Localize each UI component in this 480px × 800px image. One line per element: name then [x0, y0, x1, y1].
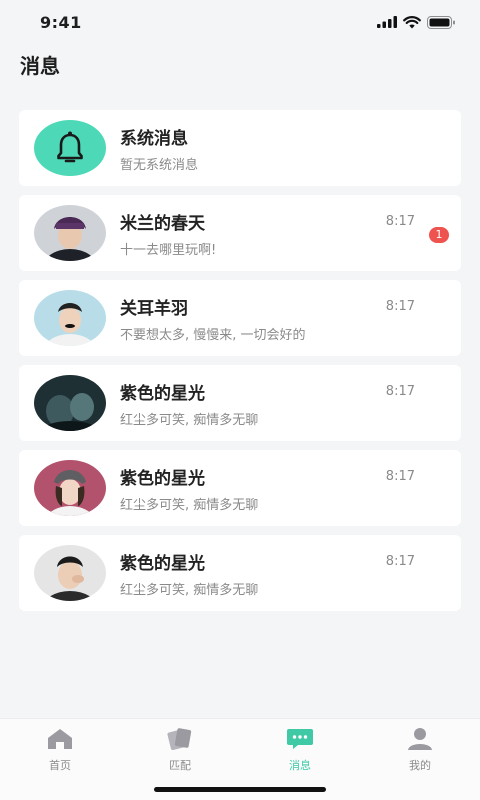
message-time: 8:17	[385, 384, 415, 399]
avatar	[34, 205, 106, 261]
message-time: 8:17	[385, 299, 415, 314]
status-bar: 9:41	[0, 0, 480, 44]
user-icon	[406, 727, 434, 751]
chat-icon	[286, 727, 314, 751]
wifi-icon	[403, 15, 421, 28]
system-message-item[interactable]: 系统消息 暂无系统消息	[19, 110, 461, 186]
message-preview: 不要想太多, 慢慢来, 一切会好的	[120, 328, 306, 343]
conversation-item[interactable]: 关耳羊羽 不要想太多, 慢慢来, 一切会好的 8:17	[19, 280, 461, 356]
message-preview: 十一去哪里玩啊!	[120, 243, 217, 258]
tab-label: 我的	[409, 759, 431, 772]
signal-icon	[377, 16, 397, 28]
system-title: 系统消息	[120, 129, 188, 149]
unread-badge: 1	[429, 227, 449, 243]
message-preview: 红尘多可笑, 痴情多无聊	[120, 413, 259, 428]
message-list: 系统消息 暂无系统消息 米兰的春天 十一去哪里玩啊! 8:17 1 关耳羊羽 不…	[0, 108, 480, 611]
tab-home[interactable]: 首页	[0, 719, 120, 800]
cards-icon	[166, 727, 194, 751]
contact-name: 紫色的星光	[120, 384, 205, 404]
conversation-item[interactable]: 米兰的春天 十一去哪里玩啊! 8:17 1	[19, 195, 461, 271]
avatar	[34, 290, 106, 346]
system-body: 系统消息 暂无系统消息	[120, 110, 461, 186]
conversation-item[interactable]: 紫色的星光 红尘多可笑, 痴情多无聊 8:17	[19, 365, 461, 441]
tab-label: 消息	[289, 759, 311, 772]
tab-profile[interactable]: 我的	[360, 719, 480, 800]
system-avatar	[34, 120, 106, 176]
conversation-item[interactable]: 紫色的星光 红尘多可笑, 痴情多无聊 8:17	[19, 535, 461, 611]
page-title: 消息	[20, 54, 60, 78]
avatar	[34, 460, 106, 516]
system-subtitle: 暂无系统消息	[120, 158, 199, 173]
battery-icon	[427, 15, 455, 29]
tab-label: 首页	[49, 759, 71, 772]
conversation-item[interactable]: 紫色的星光 红尘多可笑, 痴情多无聊 8:17	[19, 450, 461, 526]
contact-name: 紫色的星光	[120, 554, 205, 574]
contact-name: 米兰的春天	[120, 214, 205, 234]
home-indicator[interactable]	[154, 787, 326, 792]
status-icons	[377, 15, 456, 29]
contact-name: 紫色的星光	[120, 469, 205, 489]
message-preview: 红尘多可笑, 痴情多无聊	[120, 583, 259, 598]
message-preview: 红尘多可笑, 痴情多无聊	[120, 498, 259, 513]
avatar	[34, 375, 106, 431]
bell-icon	[57, 131, 83, 163]
avatar	[34, 545, 106, 601]
tab-label: 匹配	[169, 759, 191, 772]
status-time: 9:41	[40, 12, 82, 32]
message-time: 8:17	[385, 554, 415, 569]
message-time: 8:17	[385, 469, 415, 484]
contact-name: 关耳羊羽	[120, 299, 188, 319]
home-icon	[46, 727, 74, 751]
message-time: 8:17	[385, 214, 415, 229]
